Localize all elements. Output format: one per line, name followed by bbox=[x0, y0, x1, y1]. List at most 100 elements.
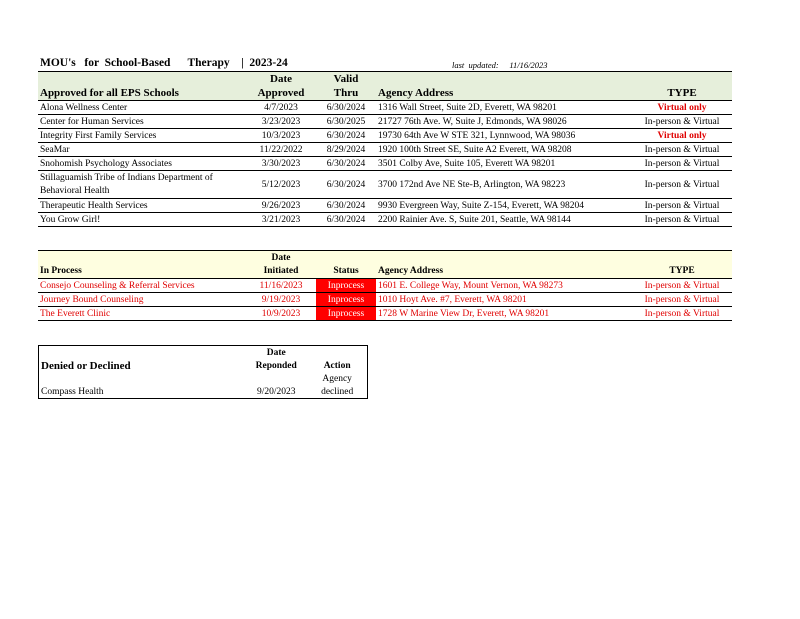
action-line-1: Agency bbox=[322, 373, 352, 384]
agency-name: Center for Human Services bbox=[38, 114, 246, 129]
date-approved: 11/22/2022 bbox=[246, 142, 316, 157]
in-process-header-row-2: In Process Initiated Status Agency Addre… bbox=[38, 264, 732, 279]
service-type: In-person & Virtual bbox=[632, 114, 732, 129]
table-row: You Grow Girl! 3/21/2023 6/30/2024 2200 … bbox=[38, 212, 732, 227]
agency-name: You Grow Girl! bbox=[38, 212, 246, 227]
agency-address: 3700 172nd Ave NE Ste-B, Arlington, WA 9… bbox=[376, 170, 632, 199]
date-approved: 4/7/2023 bbox=[246, 100, 316, 115]
service-type: In-person & Virtual bbox=[632, 212, 732, 227]
page-title: MOU's for School-Based Therapy | 2023-24 bbox=[40, 57, 288, 69]
denied-header-row-2: Denied or Declined Reponded Action bbox=[39, 359, 368, 372]
valid-thru: 6/30/2025 bbox=[316, 114, 376, 129]
agency-address: 1010 Hoyt Ave. #7, Everett, WA 98201 bbox=[376, 292, 632, 307]
service-type: Virtual only bbox=[632, 100, 732, 115]
date-approved: 5/12/2023 bbox=[246, 170, 316, 199]
status-badge: Inprocess bbox=[316, 292, 376, 307]
table-row: The Everett Clinic 10/9/2023 Inprocess 1… bbox=[38, 306, 732, 321]
denied-section-label: Denied or Declined bbox=[41, 359, 131, 372]
date-responded: 9/20/2023 bbox=[256, 386, 296, 397]
valid-thru: 6/30/2024 bbox=[316, 100, 376, 115]
service-type: In-person & Virtual bbox=[632, 156, 732, 171]
agency-name: Compass Health bbox=[41, 386, 104, 397]
date-initiated-header-2: Initiated bbox=[246, 264, 316, 279]
date-approved: 10/3/2023 bbox=[246, 128, 316, 143]
service-type: In-person & Virtual bbox=[632, 198, 732, 213]
agency-address: 9930 Evergreen Way, Suite Z-154, Everett… bbox=[376, 198, 632, 213]
in-process-table: Date In Process Initiated Status Agency … bbox=[38, 250, 732, 321]
agency-address: 3501 Colby Ave, Suite 105, Everett WA 98… bbox=[376, 156, 632, 171]
service-type: In-person & Virtual bbox=[632, 142, 732, 157]
valid-thru: 6/30/2024 bbox=[316, 212, 376, 227]
date-approved: 9/26/2023 bbox=[246, 198, 316, 213]
table-row: Stillaguamish Tribe of Indians Departmen… bbox=[38, 170, 732, 199]
agency-name: Stillaguamish Tribe of Indians Departmen… bbox=[38, 170, 246, 199]
agency-name: SeaMar bbox=[38, 142, 246, 157]
date-approved-header-2: Approved bbox=[246, 86, 316, 101]
agency-address: 1920 100th Street SE, Suite A2 Everett, … bbox=[376, 142, 632, 157]
date-initiated: 10/9/2023 bbox=[246, 306, 316, 321]
table-row: Therapeutic Health Services 9/26/2023 6/… bbox=[38, 198, 732, 213]
service-type: In-person & Virtual bbox=[632, 292, 732, 307]
date-approved-header: Date bbox=[246, 71, 316, 86]
agency-name: Consejo Counseling & Referral Services bbox=[38, 278, 246, 293]
agency-name: Journey Bound Counseling bbox=[38, 292, 246, 307]
status-badge: Inprocess bbox=[316, 278, 376, 293]
valid-thru: 6/30/2024 bbox=[316, 128, 376, 143]
service-type: In-person & Virtual bbox=[632, 278, 732, 293]
service-type: In-person & Virtual bbox=[632, 170, 732, 199]
valid-thru-header: Valid bbox=[316, 71, 376, 86]
valid-thru: 6/30/2024 bbox=[316, 156, 376, 171]
date-initiated: 11/16/2023 bbox=[246, 278, 316, 293]
agency-address-header: Agency Address bbox=[376, 86, 632, 101]
action-header: Action bbox=[323, 360, 351, 371]
agency-address: 21727 76th Ave. W, Suite J, Edmonds, WA … bbox=[376, 114, 632, 129]
table-row: Agency bbox=[39, 372, 368, 385]
approved-header-row-1: Date Valid bbox=[38, 71, 732, 86]
date-initiated: 9/19/2023 bbox=[246, 292, 316, 307]
date-responded-header-2: Reponded bbox=[255, 360, 297, 371]
date-approved: 3/30/2023 bbox=[246, 156, 316, 171]
valid-thru: 6/30/2024 bbox=[316, 170, 376, 199]
date-initiated-header: Date bbox=[246, 250, 316, 264]
last-updated: last updated: 11/16/2023 bbox=[452, 60, 548, 70]
status-header: Status bbox=[316, 264, 376, 279]
table-row: Alona Wellness Center 4/7/2023 6/30/2024… bbox=[38, 100, 732, 115]
agency-name: Integrity First Family Services bbox=[38, 128, 246, 143]
agency-address: 1728 W Marine View Dr, Everett, WA 98201 bbox=[376, 306, 632, 321]
date-approved: 3/21/2023 bbox=[246, 212, 316, 227]
service-type: In-person & Virtual bbox=[632, 306, 732, 321]
table-row: Snohomish Psychology Associates 3/30/202… bbox=[38, 156, 732, 171]
valid-thru: 8/29/2024 bbox=[316, 142, 376, 157]
agency-name: The Everett Clinic bbox=[38, 306, 246, 321]
status-badge: Inprocess bbox=[316, 306, 376, 321]
service-type: Virtual only bbox=[632, 128, 732, 143]
table-row: Consejo Counseling & Referral Services 1… bbox=[38, 278, 732, 293]
agency-name: Snohomish Psychology Associates bbox=[38, 156, 246, 171]
table-row: SeaMar 11/22/2022 8/29/2024 1920 100th S… bbox=[38, 142, 732, 157]
valid-thru-header-2: Thru bbox=[316, 86, 376, 101]
agency-address: 19730 64th Ave W STE 321, Lynnwood, WA 9… bbox=[376, 128, 632, 143]
approved-section-label: Approved for all EPS Schools bbox=[38, 86, 246, 101]
agency-name: Therapeutic Health Services bbox=[38, 198, 246, 213]
table-row: Integrity First Family Services 10/3/202… bbox=[38, 128, 732, 143]
date-approved: 3/23/2023 bbox=[246, 114, 316, 129]
table-row: Journey Bound Counseling 9/19/2023 Inpro… bbox=[38, 292, 732, 307]
agency-address: 1316 Wall Street, Suite 2D, Everett, WA … bbox=[376, 100, 632, 115]
action-line-2: declined bbox=[321, 386, 354, 397]
in-process-section-label: In Process bbox=[38, 264, 246, 279]
agency-address-header: Agency Address bbox=[376, 264, 632, 279]
agency-name: Alona Wellness Center bbox=[38, 100, 246, 115]
type-header: TYPE bbox=[632, 86, 732, 101]
table-row: Compass Health 9/20/2023 declined bbox=[39, 385, 368, 399]
agency-address: 2200 Rainier Ave. S, Suite 201, Seattle,… bbox=[376, 212, 632, 227]
approved-header-row-2: Approved for all EPS Schools Approved Th… bbox=[38, 86, 732, 101]
date-responded-header: Date bbox=[266, 347, 286, 358]
table-row: Center for Human Services 3/23/2023 6/30… bbox=[38, 114, 732, 129]
agency-address: 1601 E. College Way, Mount Vernon, WA 98… bbox=[376, 278, 632, 293]
denied-header-row-1: Date bbox=[39, 346, 368, 360]
denied-table: Date Denied or Declined Reponded Action … bbox=[38, 345, 368, 399]
in-process-header-row-1: Date bbox=[38, 250, 732, 264]
type-header: TYPE bbox=[632, 264, 732, 279]
valid-thru: 6/30/2024 bbox=[316, 198, 376, 213]
approved-table: Date Valid Approved for all EPS Schools … bbox=[38, 71, 732, 227]
